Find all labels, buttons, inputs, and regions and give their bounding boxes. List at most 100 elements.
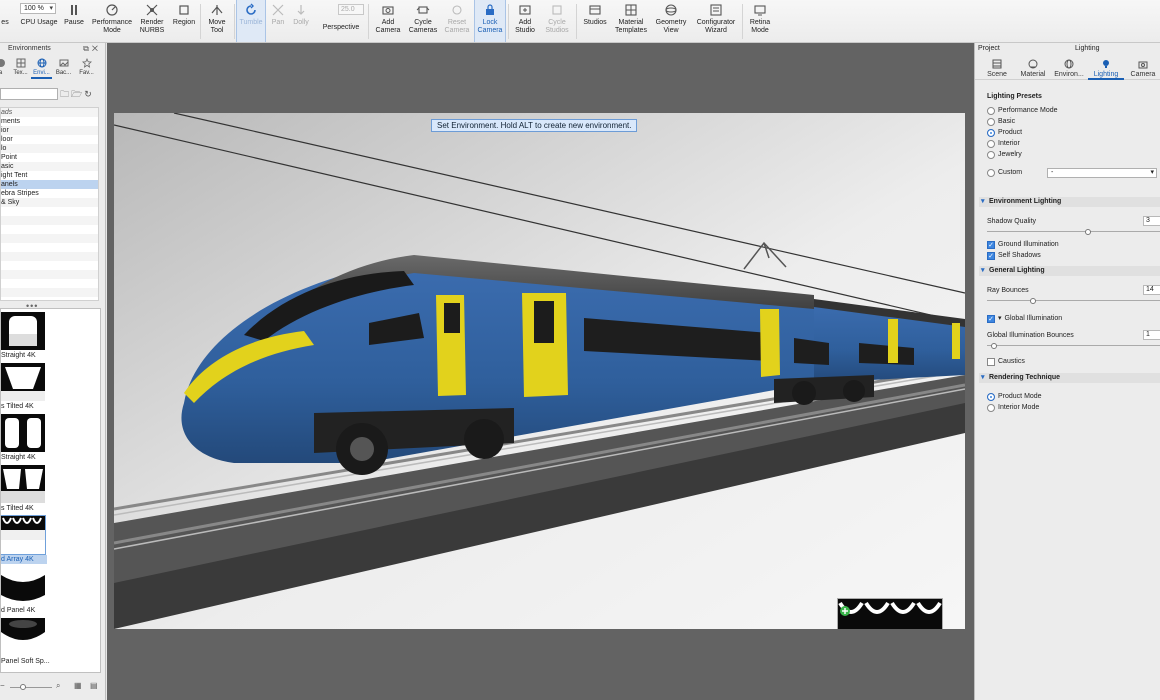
environment-thumbnail[interactable]: d Panel 4K: [1, 567, 47, 615]
configurator-wizard-button[interactable]: Configurator Wizard: [692, 0, 740, 42]
radio-button-selected[interactable]: [987, 392, 995, 401]
ray-bounces-slider[interactable]: [987, 298, 1160, 304]
tab-environment[interactable]: Environ...: [1051, 56, 1087, 80]
radio-button[interactable]: [987, 403, 995, 412]
tab-favorites[interactable]: Fav...: [76, 55, 97, 79]
list-item[interactable]: Point: [1, 153, 98, 162]
tab-backplates[interactable]: Bac...: [53, 55, 74, 79]
environment-thumbnail[interactable]: Straight 4K: [1, 414, 47, 462]
gi-bounces-slider[interactable]: [987, 343, 1160, 349]
environment-thumbnail[interactable]: s Tilted 4K: [1, 465, 47, 513]
list-item[interactable]: loor: [1, 135, 98, 144]
lock-camera-button[interactable]: Lock Camera: [474, 0, 506, 42]
refresh-icon[interactable]: ↻: [84, 89, 94, 99]
general-lighting-section[interactable]: General Lighting: [979, 266, 1160, 276]
radio-button[interactable]: [987, 168, 995, 177]
dolly-button[interactable]: Dolly: [290, 0, 312, 42]
list-view-icon[interactable]: ▤: [90, 681, 98, 690]
retina-mode-button[interactable]: Retina Mode: [746, 0, 774, 42]
tumble-button[interactable]: Tumble: [236, 0, 266, 42]
shadow-quality-slider[interactable]: [987, 229, 1160, 235]
checkbox-checked[interactable]: ✓: [987, 251, 995, 260]
add-camera-button[interactable]: Add Camera: [372, 0, 404, 42]
grid-view-icon[interactable]: ▦: [74, 681, 82, 690]
geometry-view-button[interactable]: Geometry View: [652, 0, 690, 42]
list-item[interactable]: ebra Stripes: [1, 189, 98, 198]
cpu-usage-button[interactable]: CPU Usage: [18, 0, 60, 42]
cycle-studios-button[interactable]: Cycle Studios: [542, 0, 572, 42]
list-item[interactable]: asic: [1, 162, 98, 171]
slider-handle[interactable]: [20, 684, 26, 690]
zoom-out-icon[interactable]: −: [0, 681, 5, 690]
render-nurbs-button[interactable]: Render NURBS: [138, 0, 166, 42]
interior-mode-option[interactable]: Interior Mode: [987, 403, 1039, 412]
environment-thumbnail[interactable]: Panel Soft Sp...: [1, 618, 50, 666]
environment-thumbnail[interactable]: Straight 4K: [1, 312, 47, 360]
product-mode-option[interactable]: Product Mode: [987, 392, 1042, 401]
region-button[interactable]: Region: [170, 0, 198, 42]
radio-button[interactable]: [987, 117, 995, 126]
radio-button[interactable]: [987, 150, 995, 159]
preset-product[interactable]: Product: [987, 128, 1022, 137]
tab-lighting[interactable]: Lighting: [1088, 56, 1124, 80]
close-icon[interactable]: ✕: [92, 44, 101, 53]
list-item[interactable]: ads: [1, 108, 98, 117]
environment-drop-preview[interactable]: [837, 598, 943, 629]
list-item[interactable]: ight Tent: [1, 171, 98, 180]
environment-thumbnail-selected[interactable]: d Array 4K: [1, 515, 47, 564]
ray-bounces-field[interactable]: 14: [1143, 285, 1160, 295]
preset-basic[interactable]: Basic: [987, 117, 1015, 126]
scene-toolbar-button[interactable]: es: [0, 0, 10, 42]
thumbnail-size-slider[interactable]: [10, 687, 52, 688]
ground-illumination-checkbox[interactable]: ✓ Ground Illumination: [987, 240, 1059, 249]
detach-icon[interactable]: ⧉: [83, 44, 92, 53]
radio-button[interactable]: [987, 106, 995, 115]
list-item[interactable]: ior: [1, 126, 98, 135]
global-illumination-checkbox[interactable]: ✓ ▾ Global Illumination: [987, 314, 1062, 323]
custom-preset-dropdown[interactable]: -: [1047, 168, 1157, 178]
caustics-checkbox[interactable]: Caustics: [987, 357, 1025, 366]
slider-handle[interactable]: [1085, 229, 1091, 235]
radio-button-selected[interactable]: [987, 128, 995, 137]
self-shadows-checkbox[interactable]: ✓ Self Shadows: [987, 251, 1041, 260]
preset-custom[interactable]: Custom: [987, 168, 1022, 177]
folder-add-icon[interactable]: 🗀: [60, 89, 71, 99]
performance-mode-button[interactable]: Performance Mode: [89, 0, 135, 42]
checkbox-checked[interactable]: ✓: [987, 240, 995, 249]
move-tool-button[interactable]: Move Tool: [202, 0, 232, 42]
add-studio-button[interactable]: Add Studio: [510, 0, 540, 42]
rendering-technique-section[interactable]: Rendering Technique: [979, 373, 1160, 383]
reset-camera-button[interactable]: Reset Camera: [442, 0, 472, 42]
list-item-selected[interactable]: anels: [1, 180, 98, 189]
list-item[interactable]: ments: [1, 117, 98, 126]
environment-lighting-section[interactable]: Environment Lighting: [979, 197, 1160, 207]
environment-thumbnail[interactable]: s Tilted 4K: [1, 363, 47, 411]
expand-arrow-icon[interactable]: ▾: [998, 314, 1002, 323]
preset-jewelry[interactable]: Jewelry: [987, 150, 1022, 159]
material-templates-button[interactable]: Material Templates: [612, 0, 650, 42]
slider-handle[interactable]: [1030, 298, 1036, 304]
pan-button[interactable]: Pan: [268, 0, 288, 42]
library-search-input[interactable]: [0, 88, 58, 100]
list-item[interactable]: lo: [1, 144, 98, 153]
studios-button[interactable]: Studios: [580, 0, 610, 42]
folder-icon[interactable]: 🗁: [71, 89, 84, 99]
cycle-cameras-button[interactable]: Cycle Cameras: [406, 0, 440, 42]
checkbox-checked[interactable]: ✓: [987, 314, 995, 323]
list-item[interactable]: & Sky: [1, 198, 98, 207]
preset-interior[interactable]: Interior: [987, 139, 1020, 148]
tab-textures[interactable]: Tex...: [10, 55, 31, 79]
tab-material[interactable]: Material: [1015, 56, 1051, 80]
tab-environments[interactable]: Envi...: [31, 55, 52, 79]
tab-scene[interactable]: Scene: [979, 56, 1015, 80]
preset-performance-mode[interactable]: Performance Mode: [987, 106, 1058, 115]
checkbox[interactable]: [987, 357, 995, 366]
perspective-button[interactable]: Perspective: [318, 0, 364, 42]
pause-button[interactable]: Pause: [62, 0, 86, 42]
tab-camera[interactable]: Camera: [1125, 56, 1160, 80]
slider-handle[interactable]: [991, 343, 997, 349]
gi-bounces-field[interactable]: 1: [1143, 330, 1160, 340]
render-view[interactable]: Set Environment. Hold ALT to create new …: [114, 113, 965, 629]
search-icon[interactable]: ⌕: [56, 681, 60, 691]
real-time-viewport[interactable]: Set Environment. Hold ALT to create new …: [107, 43, 974, 700]
